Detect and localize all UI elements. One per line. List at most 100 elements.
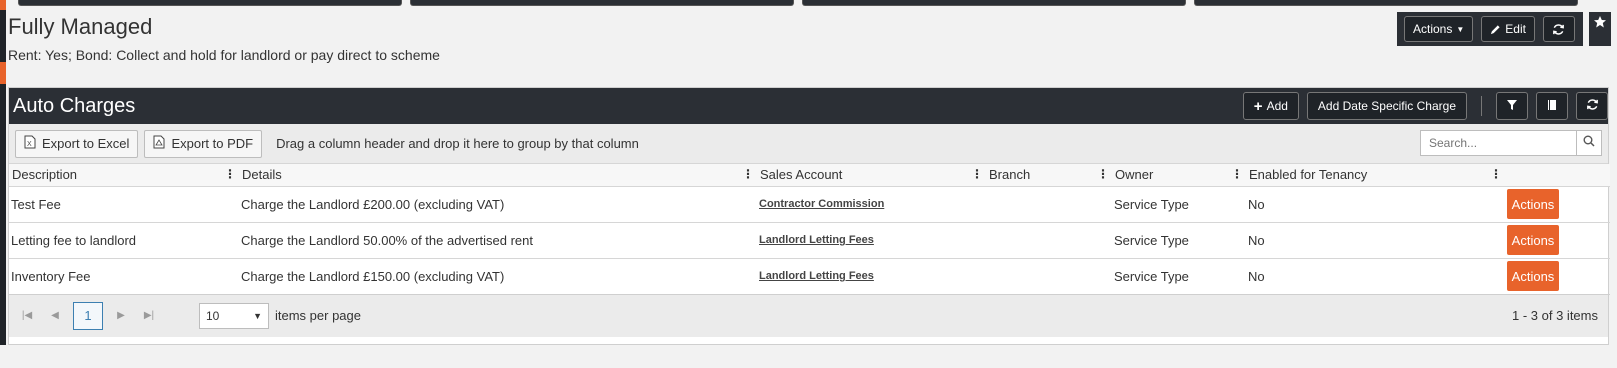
columns-button[interactable] bbox=[1536, 92, 1568, 120]
sales-account-link[interactable]: Landlord Letting Fees bbox=[757, 258, 986, 295]
top-tab-4[interactable] bbox=[1194, 0, 1578, 6]
top-tab-3[interactable] bbox=[802, 0, 1186, 6]
top-tab-1[interactable] bbox=[18, 0, 402, 6]
pager-info: 1 - 3 of 3 items bbox=[1512, 307, 1598, 323]
column-menu-icon[interactable]: ⋮ bbox=[971, 168, 983, 180]
column-menu-icon[interactable]: ⋮ bbox=[742, 168, 754, 180]
header-refresh-button[interactable] bbox=[1542, 16, 1575, 42]
column-header-branch[interactable]: Branch ⋮ bbox=[986, 164, 1112, 187]
grid-pager: |◀ ◀ 1 ▶ ▶| 10 ▼ items per page 1 - 3 of… bbox=[9, 294, 1608, 337]
svg-text:X: X bbox=[27, 141, 32, 148]
column-menu-icon[interactable]: ⋮ bbox=[1231, 168, 1243, 180]
nav-accent-mid bbox=[0, 62, 6, 84]
cell-branch bbox=[986, 258, 1112, 295]
panel-header-actions: + Add Add Date Specific Charge bbox=[1242, 92, 1608, 120]
next-page-icon[interactable]: ▶ bbox=[111, 310, 131, 321]
cell-details: Charge the Landlord £150.00 (excluding V… bbox=[239, 258, 757, 295]
table-row: Test Fee Charge the Landlord £200.00 (ex… bbox=[9, 186, 1610, 223]
add-charge-button[interactable]: + Add bbox=[1242, 92, 1299, 120]
bookmark-button[interactable] bbox=[1589, 12, 1611, 46]
export-excel-label: Export to Excel bbox=[42, 136, 130, 151]
header-actions-button[interactable]: Actions ▼ bbox=[1404, 16, 1474, 42]
panel-header: Auto Charges + Add Add Date Specific Cha… bbox=[9, 88, 1608, 124]
pencil-icon bbox=[1490, 24, 1501, 35]
search-button[interactable] bbox=[1576, 131, 1601, 155]
cell-actions: Actions bbox=[1505, 222, 1610, 259]
cell-branch bbox=[986, 186, 1112, 223]
export-pdf-button[interactable]: Export to PDF bbox=[144, 129, 263, 158]
star-icon bbox=[1593, 15, 1607, 34]
cell-owner: Service Type bbox=[1112, 258, 1246, 295]
cell-details: Charge the Landlord £200.00 (excluding V… bbox=[239, 186, 757, 223]
sales-account-link[interactable]: Landlord Letting Fees bbox=[757, 222, 986, 259]
table-row: Inventory Fee Charge the Landlord £150.0… bbox=[9, 258, 1610, 295]
header-actions-label: Actions bbox=[1413, 22, 1453, 36]
header-edit-label: Edit bbox=[1505, 22, 1526, 36]
header-edit-button[interactable]: Edit bbox=[1481, 16, 1535, 42]
cell-enabled: No bbox=[1246, 186, 1505, 223]
column-header-sales-account[interactable]: Sales Account ⋮ bbox=[757, 164, 986, 187]
add-date-specific-charge-label: Add Date Specific Charge bbox=[1317, 99, 1456, 113]
filter-button[interactable] bbox=[1496, 92, 1528, 120]
cell-owner: Service Type bbox=[1112, 186, 1246, 223]
export-excel-button[interactable]: X Export to Excel bbox=[15, 129, 139, 158]
column-menu-icon[interactable]: ⋮ bbox=[1097, 168, 1109, 180]
row-actions-button[interactable]: Actions bbox=[1507, 261, 1559, 291]
add-charge-label: Add bbox=[1266, 99, 1288, 113]
group-by-drop-zone[interactable]: Drag a column header and drop it here to… bbox=[276, 136, 639, 151]
nav-accent-top bbox=[0, 0, 6, 10]
left-nav-strip bbox=[0, 0, 6, 345]
cell-owner: Service Type bbox=[1112, 222, 1246, 259]
cell-details: Charge the Landlord 50.00% of the advert… bbox=[239, 222, 757, 259]
column-header-owner[interactable]: Owner ⋮ bbox=[1112, 164, 1246, 187]
cell-enabled: No bbox=[1246, 222, 1505, 259]
charges-grid: Description ⋮ Details ⋮ Sales Account ⋮ Bra… bbox=[9, 164, 1610, 295]
last-page-icon[interactable]: ▶| bbox=[139, 310, 159, 321]
table-row: Letting fee to landlord Charge the Landl… bbox=[9, 222, 1610, 259]
search-icon bbox=[1583, 134, 1595, 152]
auto-charges-panel: Auto Charges + Add Add Date Specific Cha… bbox=[8, 87, 1610, 345]
add-date-specific-charge-button[interactable]: Add Date Specific Charge bbox=[1306, 92, 1467, 120]
cell-enabled: No bbox=[1246, 258, 1505, 295]
filter-icon bbox=[1506, 99, 1518, 114]
caret-down-icon: ▼ bbox=[253, 310, 262, 321]
cell-description: Inventory Fee bbox=[9, 258, 239, 295]
grid-header-row: Description ⋮ Details ⋮ Sales Account ⋮ Bra… bbox=[9, 164, 1610, 187]
refresh-icon bbox=[1586, 98, 1599, 114]
search-input[interactable] bbox=[1421, 131, 1576, 155]
top-tab-2[interactable] bbox=[410, 0, 794, 6]
grid-search bbox=[1420, 130, 1602, 156]
column-menu-icon[interactable]: ⋮ bbox=[1490, 168, 1502, 180]
sales-account-link[interactable]: Contractor Commission bbox=[757, 186, 986, 223]
current-page-button[interactable]: 1 bbox=[73, 301, 103, 330]
row-actions-button[interactable]: Actions bbox=[1507, 225, 1559, 255]
column-header-actions bbox=[1505, 164, 1610, 187]
page-size-select[interactable]: 10 ▼ bbox=[199, 302, 269, 329]
prev-page-icon[interactable]: ◀ bbox=[45, 310, 65, 321]
cell-actions: Actions bbox=[1505, 186, 1610, 223]
cell-actions: Actions bbox=[1505, 258, 1610, 295]
page-title: Fully Managed bbox=[8, 14, 153, 39]
row-actions-button[interactable]: Actions bbox=[1507, 189, 1559, 219]
top-tab-strip bbox=[18, 0, 1617, 6]
cell-branch bbox=[986, 222, 1112, 259]
page-subtitle: Rent: Yes; Bond: Collect and hold for la… bbox=[8, 47, 440, 63]
caret-down-icon: ▼ bbox=[1456, 24, 1465, 34]
export-pdf-label: Export to PDF bbox=[171, 136, 254, 151]
panel-title: Auto Charges bbox=[13, 94, 136, 117]
items-per-page-label: items per page bbox=[275, 308, 361, 323]
book-icon bbox=[1546, 99, 1558, 114]
toolbar-divider bbox=[1481, 96, 1482, 116]
column-menu-icon[interactable]: ⋮ bbox=[224, 168, 236, 180]
grid-toolbar: X Export to Excel Export to PDF Drag a c… bbox=[9, 124, 1608, 164]
plus-icon: + bbox=[1253, 97, 1263, 115]
column-header-description[interactable]: Description ⋮ bbox=[9, 164, 239, 187]
panel-refresh-button[interactable] bbox=[1576, 92, 1608, 120]
header-toolbar: Actions ▼ Edit bbox=[1397, 12, 1583, 46]
excel-file-icon: X bbox=[24, 135, 36, 152]
first-page-icon[interactable]: |◀ bbox=[17, 310, 37, 321]
page-size-value: 10 bbox=[206, 308, 220, 323]
column-header-enabled-for-tenancy[interactable]: Enabled for Tenancy ⋮ bbox=[1246, 164, 1505, 187]
pdf-file-icon bbox=[153, 135, 165, 152]
column-header-details[interactable]: Details ⋮ bbox=[239, 164, 757, 187]
